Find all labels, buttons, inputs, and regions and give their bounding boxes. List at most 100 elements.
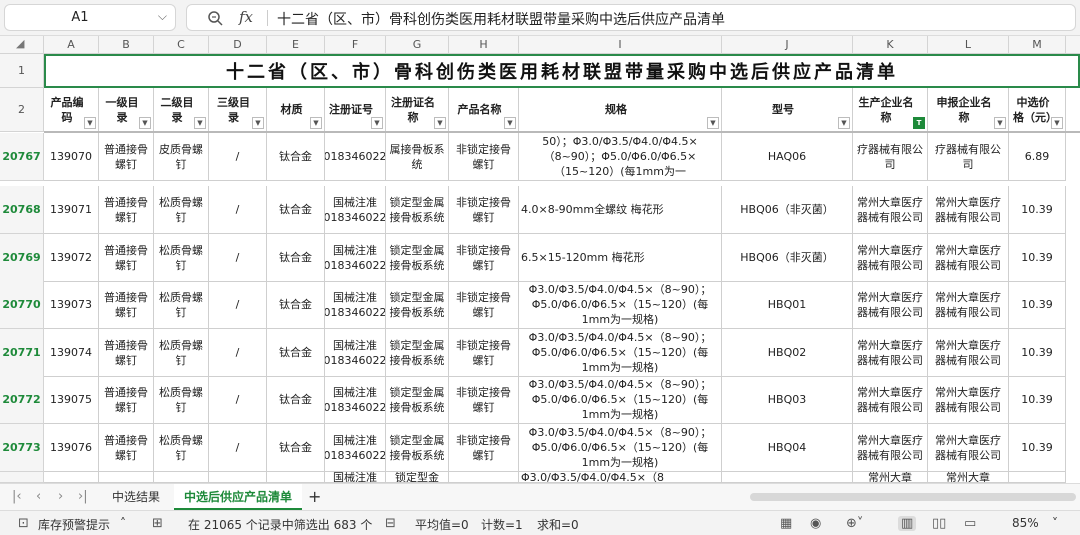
table-cell[interactable]: 常州大章 — [928, 472, 1009, 483]
table-cell[interactable]: Φ3.0/Φ3.5/Φ4.0/Φ4.5×（8 — [519, 472, 722, 483]
table-cell[interactable]: 10.39 — [1009, 329, 1066, 377]
column-header-cell[interactable]: 中选价格（元） ▼ — [1009, 88, 1066, 132]
table-cell[interactable]: 松质骨螺钉 — [154, 376, 209, 424]
table-cell[interactable] — [99, 472, 154, 483]
table-cell[interactable]: HBQ03 — [722, 376, 853, 424]
prev-sheet-icon[interactable]: ‹ — [36, 489, 41, 504]
table-cell[interactable]: 常州大章医疗器械有限公司 — [853, 424, 928, 472]
column-header-cell[interactable]: 申报企业名称 ▼ — [928, 88, 1009, 132]
table-cell[interactable]: 非锁定接骨螺钉 — [449, 329, 519, 377]
table-cell[interactable]: 常州大章医疗器械有限公司 — [928, 376, 1009, 424]
table-cell[interactable]: 139071 — [44, 186, 99, 234]
table-cell[interactable]: 非锁定接骨螺钉 — [449, 376, 519, 424]
column-header-g[interactable]: G — [386, 36, 449, 54]
row-header[interactable]: 1 — [0, 54, 44, 88]
name-box[interactable]: A1 ⌵ — [4, 4, 176, 31]
table-cell[interactable]: 6.5×15-120mm 梅花形 — [519, 234, 722, 282]
table-cell[interactable]: 锁定型金属接骨板系统 — [386, 376, 449, 424]
table-cell[interactable]: HBQ02 — [722, 329, 853, 377]
row-header[interactable]: 20773 — [0, 424, 44, 472]
table-cell[interactable]: 非锁定接骨螺钉 — [449, 281, 519, 329]
filter-dropdown-icon[interactable]: ▼ — [194, 117, 206, 129]
table-cell[interactable]: 非锁定接骨螺钉 — [449, 186, 519, 234]
normal-view-icon[interactable]: ▥ — [898, 516, 917, 531]
filter-active-icon[interactable]: T — [913, 117, 925, 129]
table-cell[interactable]: 常州大章医疗器械有限公司 — [853, 376, 928, 424]
table-cell[interactable]: 常州大章医疗器械有限公司 — [853, 329, 928, 377]
filter-dropdown-icon[interactable]: ▼ — [994, 117, 1006, 129]
table-cell[interactable]: / — [209, 329, 267, 377]
table-cell[interactable]: 4.0×8-90mm全螺纹 梅花形 — [519, 186, 722, 234]
select-all-corner[interactable]: ◢ — [0, 36, 44, 54]
table-cell[interactable]: 锁定型金属接骨板系统 — [386, 186, 449, 234]
table-cell[interactable]: 常州大章医疗器械有限公司 — [928, 186, 1009, 234]
zoom-icon[interactable] — [207, 10, 223, 26]
table-cell[interactable]: 钛合金 — [267, 329, 325, 377]
table-cell[interactable]: 锁定型金属接骨板系统 — [386, 329, 449, 377]
sheet-title-cell[interactable]: 十二省（区、市）骨科创伤类医用耗材联盟带量采购中选后供应产品清单 — [44, 54, 1080, 88]
filter-dropdown-icon[interactable]: ▼ — [434, 117, 446, 129]
table-cell[interactable]: 钛合金 — [267, 376, 325, 424]
table-cell[interactable]: 疗器械有限公司 — [928, 133, 1009, 181]
row-header[interactable]: 20772 — [0, 376, 44, 424]
column-header-a[interactable]: A — [44, 36, 99, 54]
table-cell[interactable]: HBQ06（非灭菌） — [722, 186, 853, 234]
add-sheet-icon[interactable]: + — [308, 487, 321, 506]
table-cell[interactable]: 6.89 — [1009, 133, 1066, 181]
horizontal-scrollbar[interactable] — [720, 493, 1076, 501]
row-header[interactable] — [0, 472, 44, 483]
column-header-cell[interactable]: 注册证名称 ▼ — [386, 88, 449, 132]
table-cell[interactable]: 国械注准20183460226 — [325, 376, 386, 424]
table-cell[interactable] — [722, 472, 853, 483]
formula-text[interactable]: 十二省（区、市）骨科创伤类医用耗材联盟带量采购中选后供应产品清单 — [277, 9, 725, 29]
column-header-k[interactable]: K — [853, 36, 928, 54]
filter-dropdown-icon[interactable]: ▼ — [1051, 117, 1063, 129]
table-cell[interactable]: 国械注准20183460226 — [325, 281, 386, 329]
table-cell[interactable]: / — [209, 234, 267, 282]
tab-supply-product-list[interactable]: 中选后供应产品清单 — [174, 484, 303, 510]
table-cell[interactable]: 非锁定接骨螺钉 — [449, 133, 519, 181]
table-cell[interactable]: HAQ06 — [722, 133, 853, 181]
table-cell[interactable]: HBQ06（非灭菌） — [722, 234, 853, 282]
table-cell[interactable]: 松质骨螺钉 — [154, 186, 209, 234]
table-cell[interactable]: 常州大章医疗器械有限公司 — [853, 186, 928, 234]
table-cell[interactable]: 普通接骨螺钉 — [99, 329, 154, 377]
column-header-cell[interactable]: 三级目录 ▼ — [209, 88, 267, 132]
column-header-cell[interactable]: 型号 ▼ — [722, 88, 853, 132]
table-cell[interactable]: 国械注准20183460226 — [325, 186, 386, 234]
table-cell[interactable]: 常州大章医疗器械有限公司 — [853, 281, 928, 329]
column-header-e[interactable]: E — [267, 36, 325, 54]
column-header-cell[interactable]: 注册证号 ▼ — [325, 88, 386, 132]
table-cell[interactable]: 139076 — [44, 424, 99, 472]
table-cell[interactable]: 139072 — [44, 234, 99, 282]
column-header-c[interactable]: C — [154, 36, 209, 54]
chevron-down-icon[interactable]: ⌵ — [158, 9, 167, 24]
table-cell[interactable]: 松质骨螺钉 — [154, 234, 209, 282]
row-header[interactable]: 2 — [0, 88, 44, 132]
tab-selection-results[interactable]: 中选结果 — [102, 484, 170, 510]
table-cell[interactable]: 国械注准20183460226 — [325, 329, 386, 377]
table-cell[interactable] — [267, 472, 325, 483]
eye-icon[interactable]: ◉ — [810, 516, 821, 531]
chevron-up-icon[interactable]: ˄ — [120, 516, 126, 530]
inventory-icon[interactable]: ⊡ — [18, 516, 29, 531]
column-header-cell[interactable]: 二级目录 ▼ — [154, 88, 209, 132]
table-cell[interactable]: 139070 — [44, 133, 99, 181]
table-cell[interactable]: 钛合金 — [267, 424, 325, 472]
table-cell[interactable]: 松质骨螺钉 — [154, 424, 209, 472]
table-cell[interactable]: 疗器械有限公司 — [853, 133, 928, 181]
table-cell[interactable]: 普通接骨螺钉 — [99, 234, 154, 282]
table-cell[interactable]: 锁定型金属接骨板系统 — [386, 281, 449, 329]
table-cell[interactable]: 常州大章医疗器械有限公司 — [928, 424, 1009, 472]
filter-dropdown-icon[interactable]: ▼ — [838, 117, 850, 129]
table-cell[interactable]: 常州大章医疗器械有限公司 — [928, 234, 1009, 282]
column-header-m[interactable]: M — [1009, 36, 1066, 54]
table-cell[interactable]: 139073 — [44, 281, 99, 329]
row-header[interactable]: 20767 — [0, 133, 44, 181]
sheet-stat-icon[interactable]: ⊟ — [385, 516, 396, 531]
table-cell[interactable]: 钛合金 — [267, 281, 325, 329]
table-cell[interactable]: Φ3.0/Φ3.5/Φ4.0/Φ4.5×（8~90）；Φ5.0/Φ6.0/Φ6.… — [519, 329, 722, 377]
table-cell[interactable]: 松质骨螺钉 — [154, 281, 209, 329]
column-header-h[interactable]: H — [449, 36, 519, 54]
table-cell[interactable]: 10.39 — [1009, 424, 1066, 472]
